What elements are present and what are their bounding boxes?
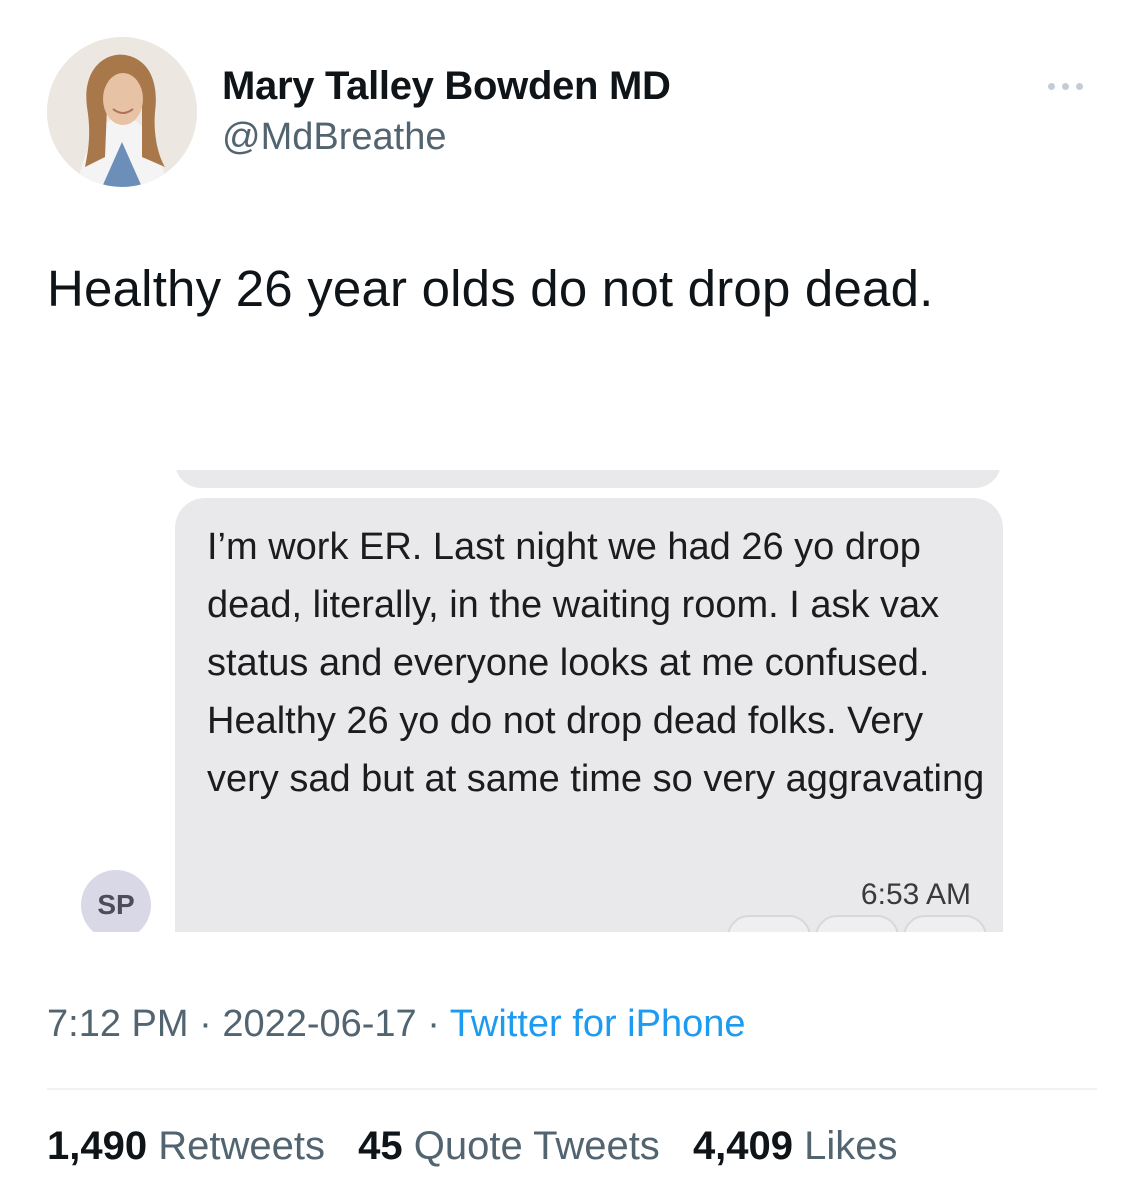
quote-tweets-label: Quote Tweets <box>413 1124 660 1168</box>
author-handle[interactable]: @MdBreathe <box>222 116 446 159</box>
meta-separator: · <box>199 1003 212 1045</box>
retweets-label: Retweets <box>158 1124 325 1168</box>
author-avatar[interactable] <box>47 37 197 187</box>
tweet-time[interactable]: 7:12 PM <box>47 1003 189 1045</box>
likes-stat[interactable]: 4,409 Likes <box>693 1124 898 1168</box>
tweet-stats: 1,490 Retweets 45 Quote Tweets 4,409 Lik… <box>47 1124 920 1169</box>
likes-count: 4,409 <box>692 1124 794 1168</box>
message-time: 6:53 AM <box>860 878 971 911</box>
tweet-date[interactable]: 2022-06-17 <box>222 1003 416 1045</box>
reaction-icon <box>727 915 811 932</box>
reaction-icon <box>815 915 899 932</box>
retweets-stat[interactable]: 1,490 Retweets <box>47 1124 325 1168</box>
retweets-count: 1,490 <box>47 1124 148 1168</box>
tweet-meta: 7:12 PM · 2022-06-17 · Twitter for iPhon… <box>47 1003 745 1046</box>
quote-tweets-count: 45 <box>358 1124 403 1168</box>
divider <box>47 1088 1097 1090</box>
reaction-icon <box>903 915 987 932</box>
embedded-message-screenshot: I’m work ER. Last night we had 26 yo dro… <box>47 470 1097 932</box>
likes-label: Likes <box>804 1124 898 1168</box>
sender-avatar: SP <box>81 870 151 932</box>
author-display-name[interactable]: Mary Talley Bowden MD <box>222 64 671 109</box>
tweet-text: Healthy 26 year olds do not drop dead. <box>47 260 934 317</box>
tweet-source-link[interactable]: Twitter for iPhone <box>450 1003 746 1045</box>
previous-message-bubble <box>175 470 1001 488</box>
meta-separator: · <box>427 1003 440 1045</box>
quote-tweets-stat[interactable]: 45 Quote Tweets <box>358 1124 660 1168</box>
message-text: I’m work ER. Last night we had 26 yo dro… <box>207 526 985 800</box>
more-options-icon[interactable] <box>1048 78 1096 94</box>
